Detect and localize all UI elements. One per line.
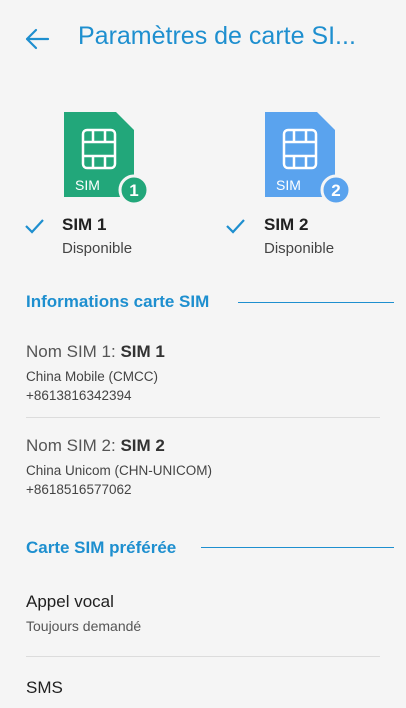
row-divider [26,417,380,418]
back-arrow-icon[interactable] [22,24,52,54]
section-header-preferred-sim: Carte SIM préférée [26,538,177,557]
sms-title: SMS [26,678,63,697]
page-title: Paramètres de carte SI... [78,22,356,50]
sim-1-badge-number: 1 [129,181,138,200]
sim-2-name: SIM 2 [264,215,309,234]
sim-1-badge: 1 [118,174,150,206]
sim-cards-area: SIM 1 SIM 1 Disponible SIM 2 SIM 2 Dispo… [0,100,406,270]
sim-2-checkbox[interactable] [225,216,245,236]
voice-call-subtitle: Toujours demandé [26,618,142,634]
sim-1-status: Disponible [62,240,133,257]
sim-card-2-text: SIM [276,177,301,193]
voice-call-title: Appel vocal [26,592,114,611]
app-bar: Paramètres de carte SI... [0,0,406,86]
sim-2-badge: 2 [320,174,352,206]
sim-1-carrier: China Mobile (CMCC) [26,369,159,384]
section-divider-line [238,302,394,303]
section-divider-line [201,547,394,548]
sim-2-badge-number: 2 [331,181,340,200]
sim-2-number: +8618516577062 [26,482,132,497]
sim-1-info-row[interactable]: Nom SIM 1: SIM 1 China Mobile (CMCC) +86… [0,342,406,408]
sim-1-checkbox[interactable] [24,216,44,236]
sim-1-info-label: Nom SIM 1: SIM 1 [26,342,165,361]
section-header-sim-info: Informations carte SIM [26,292,210,311]
sim-2-carrier: China Unicom (CHN-UNICOM) [26,463,213,478]
preferred-sms-row[interactable]: SMS [0,678,406,708]
sim-card-1-text: SIM [75,177,100,193]
sim-1-number: +8613816342394 [26,388,132,403]
sim-2-status: Disponible [264,240,335,257]
sim-2-info-row[interactable]: Nom SIM 2: SIM 2 China Unicom (CHN-UNICO… [0,436,406,502]
sim-2-info-label: Nom SIM 2: SIM 2 [26,436,165,455]
row-divider [26,656,380,657]
sim-1-name: SIM 1 [62,215,107,234]
preferred-voice-call-row[interactable]: Appel vocal Toujours demandé [0,592,406,642]
